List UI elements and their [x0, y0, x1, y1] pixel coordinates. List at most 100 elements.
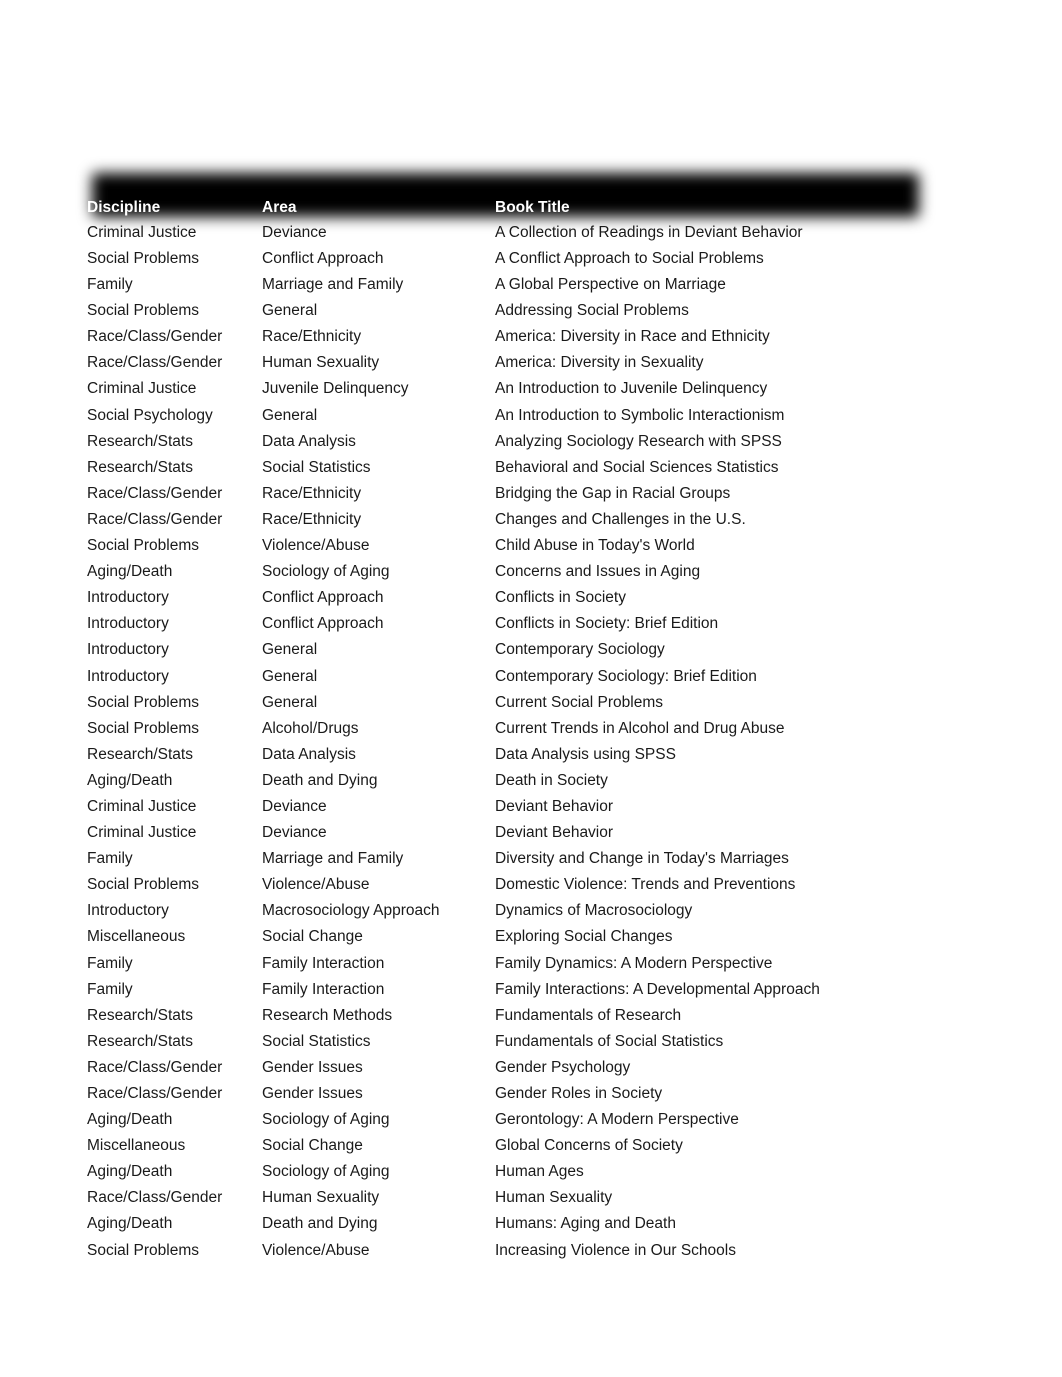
- cell-discipline[interactable]: Race/Class/Gender: [87, 481, 262, 507]
- cell-area[interactable]: Family Interaction: [262, 951, 495, 977]
- cell-title[interactable]: Humans: Aging and Death: [495, 1211, 947, 1237]
- table-row[interactable]: Social Problems Violence/Abuse Domestic Vi…: [87, 872, 947, 898]
- cell-area[interactable]: Death and Dying: [262, 1211, 495, 1237]
- table-row[interactable]: Social Problems Violence/Abuse Child Abuse…: [87, 533, 947, 559]
- cell-title[interactable]: A Global Perspective on Marriage: [495, 272, 947, 298]
- cell-title[interactable]: Exploring Social Changes: [495, 924, 947, 950]
- cell-title[interactable]: An Introduction to Juvenile Delinquency: [495, 376, 947, 402]
- table-row[interactable]: Social Problems Alcohol/Drugs Current Tren…: [87, 716, 947, 742]
- cell-area[interactable]: General: [262, 664, 495, 690]
- cell-area[interactable]: Social Change: [262, 1133, 495, 1159]
- table-row[interactable]: Aging/Death Sociology of Aging Human Ages: [87, 1159, 947, 1185]
- cell-discipline[interactable]: Family: [87, 977, 262, 1003]
- column-header-area[interactable]: Area: [262, 194, 495, 219]
- cell-area[interactable]: Juvenile Delinquency: [262, 376, 495, 402]
- cell-discipline[interactable]: Aging/Death: [87, 1107, 262, 1133]
- cell-discipline[interactable]: Criminal Justice: [87, 376, 262, 402]
- table-row[interactable]: Race/Class/Gender Human Sexuality America:…: [87, 350, 947, 376]
- cell-title[interactable]: Diversity and Change in Today's Marriage…: [495, 846, 947, 872]
- table-row[interactable]: Aging/Death Death and Dying Death in Socie…: [87, 768, 947, 794]
- cell-area[interactable]: Data Analysis: [262, 742, 495, 768]
- cell-discipline[interactable]: Race/Class/Gender: [87, 1055, 262, 1081]
- cell-discipline[interactable]: Miscellaneous: [87, 924, 262, 950]
- cell-discipline[interactable]: Race/Class/Gender: [87, 324, 262, 350]
- cell-title[interactable]: Gender Psychology: [495, 1055, 947, 1081]
- cell-area[interactable]: Marriage and Family: [262, 846, 495, 872]
- table-row[interactable]: Race/Class/Gender Race/Ethnicity America: …: [87, 324, 947, 350]
- cell-discipline[interactable]: Introductory: [87, 637, 262, 663]
- cell-title[interactable]: Family Interactions: A Developmental App…: [495, 977, 947, 1003]
- cell-area[interactable]: Violence/Abuse: [262, 872, 495, 898]
- cell-title[interactable]: Fundamentals of Social Statistics: [495, 1029, 947, 1055]
- table-row[interactable]: Criminal Justice Deviance Deviant Behavior: [87, 820, 947, 846]
- cell-area[interactable]: Race/Ethnicity: [262, 481, 495, 507]
- cell-area[interactable]: Family Interaction: [262, 977, 495, 1003]
- table-row[interactable]: Race/Class/Gender Human Sexuality Human Se…: [87, 1185, 947, 1211]
- table-row[interactable]: Introductory General Contemporary Sociolog…: [87, 637, 947, 663]
- table-row[interactable]: Race/Class/Gender Race/Ethnicity Bridging …: [87, 481, 947, 507]
- cell-discipline[interactable]: Social Psychology: [87, 403, 262, 429]
- table-row[interactable]: Research/Stats Social Statistics Behaviora…: [87, 455, 947, 481]
- table-row[interactable]: Aging/Death Sociology of Aging Gerontology…: [87, 1107, 947, 1133]
- table-row[interactable]: Introductory Macrosociology Approach Dynam…: [87, 898, 947, 924]
- cell-area[interactable]: Deviance: [262, 820, 495, 846]
- cell-title[interactable]: Dynamics of Macrosociology: [495, 898, 947, 924]
- cell-title[interactable]: Addressing Social Problems: [495, 298, 947, 324]
- table-row[interactable]: Aging/Death Sociology of Aging Concerns an…: [87, 559, 947, 585]
- cell-area[interactable]: Conflict Approach: [262, 585, 495, 611]
- cell-discipline[interactable]: Social Problems: [87, 716, 262, 742]
- cell-discipline[interactable]: Race/Class/Gender: [87, 507, 262, 533]
- cell-title[interactable]: Increasing Violence in Our Schools: [495, 1238, 947, 1264]
- table-row[interactable]: Aging/Death Death and Dying Humans: Aging …: [87, 1211, 947, 1237]
- cell-discipline[interactable]: Research/Stats: [87, 742, 262, 768]
- cell-area[interactable]: Alcohol/Drugs: [262, 716, 495, 742]
- cell-discipline[interactable]: Family: [87, 951, 262, 977]
- cell-title[interactable]: Analyzing Sociology Research with SPSS: [495, 429, 947, 455]
- table-row[interactable]: Family Marriage and Family A Global Perspe…: [87, 272, 947, 298]
- cell-title[interactable]: Gender Roles in Society: [495, 1081, 947, 1107]
- cell-title[interactable]: Deviant Behavior: [495, 820, 947, 846]
- cell-area[interactable]: Violence/Abuse: [262, 533, 495, 559]
- cell-title[interactable]: Deviant Behavior: [495, 794, 947, 820]
- cell-title[interactable]: Bridging the Gap in Racial Groups: [495, 481, 947, 507]
- cell-area[interactable]: Macrosociology Approach: [262, 898, 495, 924]
- cell-area[interactable]: Human Sexuality: [262, 1185, 495, 1211]
- table-row[interactable]: Introductory Conflict Approach Conflicts i…: [87, 611, 947, 637]
- cell-area[interactable]: Race/Ethnicity: [262, 507, 495, 533]
- cell-discipline[interactable]: Social Problems: [87, 872, 262, 898]
- cell-area[interactable]: Social Change: [262, 924, 495, 950]
- cell-title[interactable]: Contemporary Sociology: Brief Edition: [495, 664, 947, 690]
- cell-discipline[interactable]: Criminal Justice: [87, 794, 262, 820]
- cell-title[interactable]: Fundamentals of Research: [495, 1003, 947, 1029]
- table-row[interactable]: Introductory Conflict Approach Conflicts i…: [87, 585, 947, 611]
- cell-title[interactable]: Contemporary Sociology: [495, 637, 947, 663]
- table-row[interactable]: Introductory General Contemporary Sociolog…: [87, 664, 947, 690]
- cell-discipline[interactable]: Social Problems: [87, 533, 262, 559]
- cell-area[interactable]: Gender Issues: [262, 1081, 495, 1107]
- table-row[interactable]: Research/Stats Data Analysis Data Analysis…: [87, 742, 947, 768]
- cell-discipline[interactable]: Social Problems: [87, 1238, 262, 1264]
- cell-discipline[interactable]: Family: [87, 846, 262, 872]
- table-row[interactable]: Miscellaneous Social Change Global Concern…: [87, 1133, 947, 1159]
- cell-title[interactable]: Death in Society: [495, 768, 947, 794]
- cell-title[interactable]: Current Social Problems: [495, 690, 947, 716]
- table-row[interactable]: Social Problems General Current Social Pro…: [87, 690, 947, 716]
- table-row[interactable]: Family Family Interaction Family Dynamics:…: [87, 951, 947, 977]
- cell-title[interactable]: Data Analysis using SPSS: [495, 742, 947, 768]
- cell-title[interactable]: Conflicts in Society: Brief Edition: [495, 611, 947, 637]
- cell-title[interactable]: A Conflict Approach to Social Problems: [495, 246, 947, 272]
- cell-discipline[interactable]: Aging/Death: [87, 1211, 262, 1237]
- cell-area[interactable]: Deviance: [262, 219, 495, 246]
- cell-area[interactable]: General: [262, 298, 495, 324]
- cell-area[interactable]: Race/Ethnicity: [262, 324, 495, 350]
- cell-discipline[interactable]: Social Problems: [87, 690, 262, 716]
- cell-discipline[interactable]: Criminal Justice: [87, 820, 262, 846]
- table-row[interactable]: Criminal Justice Deviance A Collection of …: [87, 219, 947, 246]
- table-row[interactable]: Race/Class/Gender Race/Ethnicity Changes a…: [87, 507, 947, 533]
- cell-area[interactable]: Human Sexuality: [262, 350, 495, 376]
- cell-title[interactable]: A Collection of Readings in Deviant Beha…: [495, 219, 947, 246]
- cell-discipline[interactable]: Aging/Death: [87, 1159, 262, 1185]
- table-row[interactable]: Family Marriage and Family Diversity and C…: [87, 846, 947, 872]
- cell-discipline[interactable]: Research/Stats: [87, 1003, 262, 1029]
- table-row[interactable]: Research/Stats Social Statistics Fundament…: [87, 1029, 947, 1055]
